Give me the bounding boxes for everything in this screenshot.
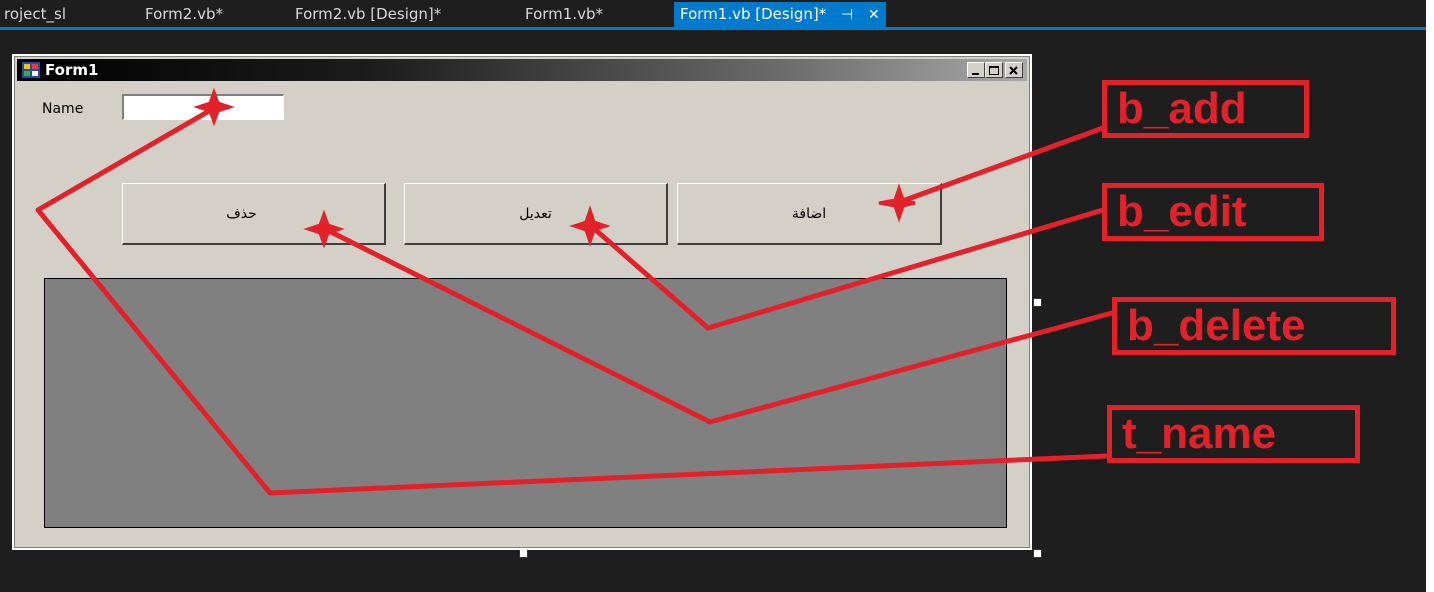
- edit-button[interactable]: تعديل: [404, 183, 668, 245]
- name-textbox[interactable]: [122, 94, 284, 120]
- annotation-b-add: b_add: [1102, 80, 1309, 138]
- close-button[interactable]: [1005, 62, 1023, 78]
- tab-label: Form2.vb*: [145, 5, 223, 23]
- tab-label: Form1.vb [Design]*: [680, 5, 827, 23]
- annotation-b-edit: b_edit: [1102, 183, 1324, 241]
- resize-handle-corner[interactable]: [1033, 549, 1042, 558]
- name-label: Name: [42, 101, 84, 117]
- minimize-icon: [972, 73, 979, 75]
- edit-button-label: تعديل: [519, 205, 552, 222]
- add-button[interactable]: اضافة: [677, 183, 942, 245]
- form-titlebar: Form1: [17, 59, 1027, 81]
- delete-button-label: حذف: [226, 205, 257, 222]
- tab-label: roject_sl: [4, 5, 67, 23]
- tab-form2-code[interactable]: Form2.vb*: [145, 2, 223, 27]
- data-grid[interactable]: [44, 278, 1007, 528]
- document-tab-bar: roject_sl Form2.vb* Form2.vb [Design]* F…: [0, 0, 1426, 30]
- form-window[interactable]: Form1 Name حذف تعديل اضافة: [12, 54, 1032, 550]
- annotation-t-name: t_name: [1107, 405, 1360, 463]
- add-button-label: اضافة: [791, 205, 827, 222]
- annotation-b-delete: b_delete: [1112, 297, 1396, 355]
- close-icon[interactable]: ✕: [868, 7, 880, 23]
- scrollbar-strip: [1426, 0, 1434, 592]
- tab-form1-design[interactable]: Form1.vb [Design]* ⊣ ✕: [674, 2, 886, 27]
- resize-handle-right[interactable]: [1033, 298, 1042, 307]
- maximize-button[interactable]: [985, 62, 1003, 78]
- delete-button[interactable]: حذف: [122, 183, 386, 245]
- minimize-button[interactable]: [967, 62, 985, 78]
- tab-label: Form2.vb [Design]*: [295, 5, 442, 23]
- tab-label: Form1.vb*: [525, 5, 603, 23]
- tab-project[interactable]: roject_sl: [4, 2, 66, 27]
- resize-handle-bottom[interactable]: [519, 549, 528, 558]
- close-icon: [1009, 66, 1018, 75]
- pin-icon[interactable]: ⊣: [841, 7, 853, 23]
- maximize-icon: [989, 66, 999, 75]
- form-icon: [22, 62, 40, 78]
- tab-form1-code[interactable]: Form1.vb*: [525, 2, 603, 27]
- form-title: Form1: [45, 61, 99, 79]
- tab-form2-design[interactable]: Form2.vb [Design]*: [295, 2, 441, 27]
